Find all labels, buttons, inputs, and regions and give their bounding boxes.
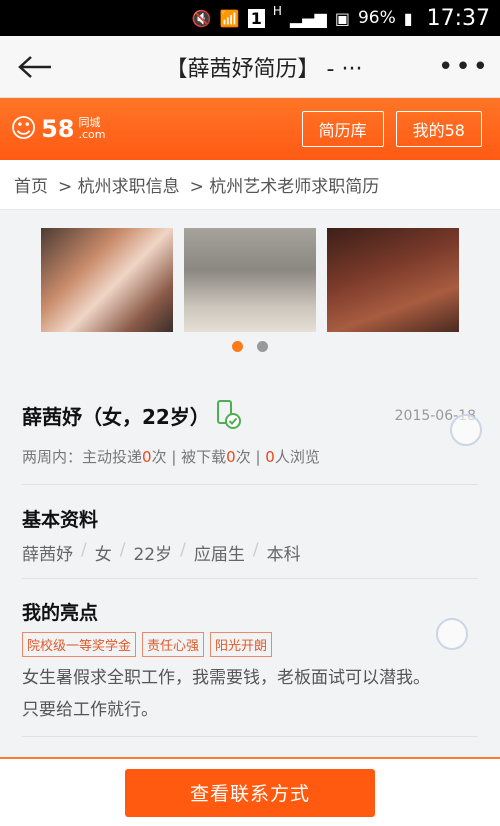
floating-circle-2[interactable]: [436, 618, 468, 650]
resume-header: 薛茜妤（女，22岁） 2015-06-18: [0, 400, 500, 430]
brand-header: ☺ 58 同城 .com 简历库 我的58: [0, 98, 500, 160]
battery-level: 96%: [357, 8, 396, 28]
carousel-dot[interactable]: [257, 341, 268, 352]
my58-button[interactable]: 我的58: [395, 111, 482, 147]
back-button[interactable]: [0, 36, 70, 98]
basic-info-title: 基本资料: [22, 509, 99, 531]
network-type: H: [272, 4, 282, 18]
photo-carousel[interactable]: [41, 228, 461, 332]
verified-phone-icon: [216, 400, 241, 429]
highlights-title: 我的亮点: [22, 602, 99, 624]
resume-photo-1[interactable]: [41, 228, 173, 332]
resume-library-button[interactable]: 简历库: [301, 111, 384, 147]
back-arrow-icon: [18, 55, 51, 78]
breadcrumb-home[interactable]: 首页: [14, 172, 48, 197]
wifi-icon: 📶: [219, 8, 240, 28]
basic-education: 本科: [266, 545, 301, 565]
highlight-description: 女生暑假求全职工作，我需要钱，老板面试可以潜我。 只要给工作就行。: [22, 668, 430, 720]
no-sim-icon: ▣: [334, 8, 350, 28]
view-count: 0: [265, 448, 275, 466]
carousel-dot-active[interactable]: [232, 341, 243, 352]
view-contact-button[interactable]: 查看联系方式: [125, 768, 375, 817]
resume-stats: 两周内：主动投递0次 | 被下载0次 | 0人浏览: [22, 448, 320, 466]
breadcrumb-art-teacher[interactable]: > 杭州艺术老师求职简历: [190, 172, 380, 197]
basic-name: 薛茜妤: [22, 545, 73, 565]
floating-circle-1[interactable]: [450, 414, 482, 446]
58-logo[interactable]: ☺ 58 同城 .com: [10, 114, 106, 144]
title-bar: 【薛茜妤简历】 - ··· •••: [0, 36, 500, 98]
apply-count: 0: [142, 448, 152, 466]
more-dots-icon: •••: [437, 51, 490, 82]
status-bar: 🔇 📶 1 H ▂▄▆ ▣ 96% ▮ 17:37: [0, 0, 500, 36]
bottom-bar: 查看联系方式: [0, 757, 500, 826]
basic-experience: 应届生: [193, 545, 245, 565]
sim-badge: 1: [247, 8, 265, 28]
carousel-indicator: [0, 341, 500, 352]
clock: 17:37: [426, 5, 490, 31]
signal-icon: ▂▄▆: [289, 8, 327, 28]
highlight-tag: 阳光开朗: [210, 632, 273, 657]
basic-age: 22岁: [133, 545, 173, 565]
page-title: 【薛茜妤简历】 - ···: [165, 56, 363, 82]
candidate-name: 薛茜妤（女，22岁）: [22, 404, 210, 429]
breadcrumb-hangzhou-jobs[interactable]: > 杭州求职信息: [58, 172, 180, 197]
more-menu-button[interactable]: •••: [428, 36, 500, 98]
basic-info: 薛茜妤 / 女 / 22岁 / 应届生 / 本科: [22, 540, 301, 565]
divider: [22, 578, 478, 579]
download-count: 0: [226, 448, 236, 466]
resume-photo-3[interactable]: [327, 228, 459, 332]
mute-icon: 🔇: [191, 8, 212, 28]
battery-icon: ▮: [403, 8, 413, 28]
highlight-tags: 院校级一等奖学金 责任心强 阳光开朗: [0, 632, 500, 657]
divider: [22, 484, 478, 485]
highlight-tag: 院校级一等奖学金: [22, 632, 137, 657]
logo-smiley-icon: ☺: [10, 114, 38, 144]
highlight-tag: 责任心强: [142, 632, 205, 657]
divider: [22, 736, 478, 737]
basic-gender: 女: [94, 545, 112, 565]
breadcrumb: 首页 > 杭州求职信息 > 杭州艺术老师求职简历: [0, 160, 500, 210]
resume-photo-2[interactable]: [184, 228, 316, 332]
